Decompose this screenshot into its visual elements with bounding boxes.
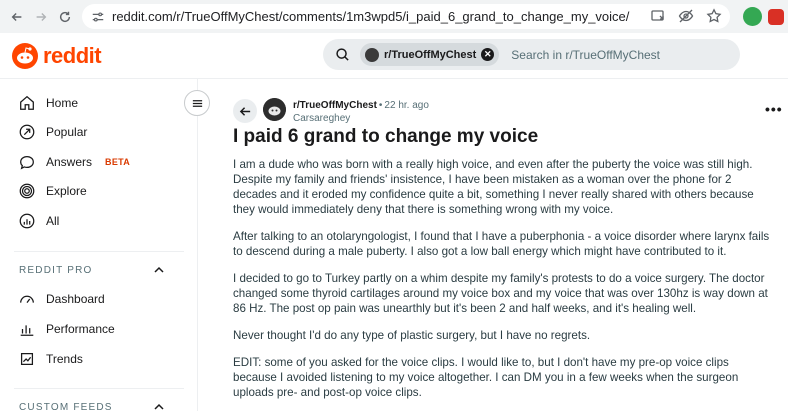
sidebar-item-label: Explore (46, 184, 87, 198)
browser-toolbar: reddit.com/r/TrueOffMyChest/comments/1m3… (0, 0, 788, 33)
sidebar-item-label: Trends (46, 352, 83, 366)
author-link[interactable]: Carsareghey (293, 113, 429, 124)
clear-chip-icon[interactable]: ✕ (481, 48, 495, 61)
bookmark-star-icon[interactable] (706, 8, 722, 29)
meta-separator: • (378, 100, 383, 111)
snoo-icon (12, 43, 38, 69)
reddit-logo[interactable]: reddit (12, 43, 102, 69)
collapse-sidebar-button[interactable] (184, 90, 210, 116)
home-icon (20, 95, 34, 110)
sidebar-item-label: All (46, 214, 60, 228)
custom-feeds-heading[interactable]: CUSTOM FEEDS (19, 402, 113, 411)
extension-pdf-icon[interactable] (768, 9, 784, 25)
sidebar-item-answers[interactable]: Answers BETA (18, 153, 130, 171)
logo-wordmark: reddit (43, 43, 102, 68)
more-options-button[interactable]: ••• (765, 101, 783, 117)
sidebar-item-label: Dashboard (46, 292, 105, 306)
post-paragraph: EDIT: some of you asked for the voice cl… (233, 356, 739, 399)
trends-icon (20, 352, 34, 366)
sidebar-item-popular[interactable]: Popular (18, 123, 87, 141)
sidebar-item-explore[interactable]: Explore (18, 182, 87, 200)
sidebar-item-home[interactable]: Home (18, 94, 78, 112)
post-paragraph: Never thought I'd do any type of plastic… (233, 329, 591, 342)
sidebar-item-performance[interactable]: Performance (18, 320, 115, 338)
performance-icon (20, 325, 34, 336)
search-icon (336, 48, 349, 61)
beta-badge: BETA (105, 157, 131, 167)
sidebar-divider (14, 251, 184, 252)
sidebar-item-dashboard[interactable]: Dashboard (18, 290, 105, 308)
left-sidebar: Home Popular Answers BETA Explore All RE… (0, 79, 198, 411)
sidebar-item-label: Popular (46, 125, 88, 139)
chevron-up-icon[interactable] (153, 401, 165, 411)
post-body: I am a dude who was born with a really h… (233, 157, 773, 411)
reddit-pro-heading[interactable]: REDDIT PRO (19, 265, 93, 276)
back-button[interactable] (233, 99, 257, 123)
back-arrow-icon[interactable] (6, 6, 28, 28)
post-paragraph: I decided to go to Turkey partly on a wh… (233, 272, 768, 315)
sidebar-item-all[interactable]: All (18, 212, 59, 230)
post-title: I paid 6 grand to change my voice (233, 126, 539, 147)
sidebar-item-label: Home (46, 96, 79, 110)
back-arrow-icon (239, 106, 250, 116)
extension-g-icon[interactable] (743, 7, 762, 26)
subreddit-avatar[interactable] (263, 98, 286, 121)
reload-icon[interactable] (54, 6, 76, 28)
hamburger-menu-icon (192, 99, 202, 107)
answers-icon (20, 155, 34, 170)
sidebar-item-trends[interactable]: Trends (18, 350, 83, 368)
sidebar-item-label: Answers (46, 155, 93, 169)
chevron-up-icon[interactable] (153, 264, 165, 276)
dashboard-icon (20, 295, 34, 303)
forward-arrow-icon[interactable] (30, 6, 52, 28)
explore-icon (19, 183, 35, 199)
search-input[interactable]: Search in r/TrueOffMyChest (511, 48, 660, 62)
chip-label: r/TrueOffMyChest (384, 48, 477, 61)
post-meta: r/TrueOffMyChest • 22 hr. ago Carsareghey (293, 100, 429, 124)
site-header: reddit r/TrueOffMyChest ✕ Search in r/Tr… (0, 33, 788, 79)
sidebar-divider (14, 388, 184, 389)
post-timestamp: 22 hr. ago (384, 100, 429, 111)
subreddit-link[interactable]: r/TrueOffMyChest (293, 100, 377, 111)
site-settings-icon[interactable] (90, 9, 106, 25)
install-app-icon[interactable] (650, 8, 666, 29)
post-paragraph: I am a dude who was born with a really h… (233, 158, 754, 216)
eye-off-icon[interactable] (678, 8, 694, 29)
search-bar[interactable]: r/TrueOffMyChest ✕ Search in r/TrueOffMy… (323, 39, 740, 70)
post-paragraph: After talking to an otolaryngologist, I … (233, 230, 770, 258)
address-bar[interactable]: reddit.com/r/TrueOffMyChest/comments/1m3… (82, 4, 730, 29)
url-text[interactable]: reddit.com/r/TrueOffMyChest/comments/1m3… (112, 9, 629, 24)
sidebar-item-label: Performance (46, 322, 115, 336)
all-icon (19, 213, 35, 229)
subreddit-search-chip[interactable]: r/TrueOffMyChest ✕ (360, 43, 500, 66)
subreddit-avatar (365, 47, 379, 62)
popular-icon (19, 124, 35, 140)
